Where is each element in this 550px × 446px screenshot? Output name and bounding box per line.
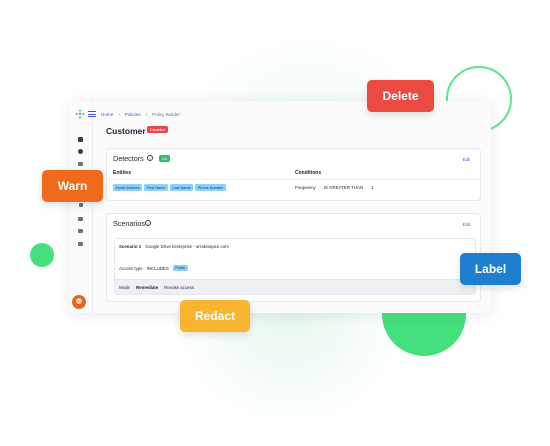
entity-chip: First Name	[144, 184, 168, 191]
divider	[107, 179, 480, 180]
breadcrumb: Home › Policies › Policy Builder	[101, 112, 180, 117]
detectors-status-badge: On	[159, 155, 171, 162]
avatar[interactable]	[72, 295, 86, 309]
conditions-header: Conditions	[295, 170, 322, 176]
print-icon[interactable]	[77, 227, 84, 234]
mode-row: Mode Remediate Revoke access	[115, 279, 475, 294]
mode-action: Revoke access	[164, 284, 194, 290]
chevron-right-icon: ›	[145, 112, 148, 117]
scenario-item: Scenario 1 Google Drive Enterprise - arr…	[114, 238, 476, 295]
app-window: Home › Policies › Policy Builder Custome…	[70, 101, 491, 313]
condition-row: Frequency IS GREATER THAN 1	[295, 185, 374, 190]
scenario-label: Scenario 1	[119, 244, 142, 249]
edit-icon[interactable]	[77, 201, 84, 208]
entity-chip: Phone Number	[195, 184, 226, 191]
entity-chips: Email Address First Name Last Name Phone…	[113, 184, 226, 191]
condition-value: 1	[371, 185, 374, 190]
grid-icon[interactable]	[77, 136, 84, 143]
access-type-operator: INCLUDES	[146, 265, 169, 271]
entity-chip: Last Name	[169, 184, 194, 191]
breadcrumb-current: Policy Builder	[152, 112, 181, 117]
detectors-card: Detectors i On Edit Entities Conditions …	[106, 148, 481, 201]
logo-icon	[75, 109, 85, 119]
detectors-title: Detectors	[113, 154, 144, 163]
condition-operator: IS GREATER THAN	[323, 185, 364, 190]
warn-button[interactable]: Warn	[42, 170, 103, 202]
mode-value: Remediate	[135, 284, 159, 290]
scenarios-title: Scenarios	[113, 219, 145, 228]
label-button[interactable]: Label	[460, 253, 521, 285]
access-type-row: Access type INCLUDES Public	[119, 265, 188, 271]
chart-icon[interactable]	[77, 240, 84, 247]
info-icon[interactable]: i	[147, 155, 153, 161]
access-type-label: Access type	[119, 265, 143, 271]
scenarios-card: Scenarios i Edit Scenario 1 Google Drive…	[106, 213, 481, 302]
redact-button[interactable]: Redact	[180, 300, 250, 332]
status-badge: Disabled	[147, 126, 168, 133]
condition-field: Frequency	[295, 185, 316, 190]
entities-header: Entities	[113, 170, 132, 176]
decorative-dot	[30, 243, 54, 267]
info-icon[interactable]: i	[145, 220, 151, 226]
sidebar	[70, 101, 93, 313]
mode-label: Mode	[119, 284, 130, 290]
detectors-edit-button[interactable]: Edit	[463, 157, 470, 162]
chevron-right-icon: ›	[118, 112, 120, 117]
scenario-name: Google Drive Enterprise - arrakisspice.c…	[145, 244, 229, 249]
delete-button[interactable]: Delete	[367, 80, 434, 112]
entity-chip: Email Address	[113, 184, 143, 191]
scenarios-edit-button[interactable]: Edit	[463, 222, 470, 227]
layers-icon[interactable]	[77, 160, 84, 167]
globe-icon[interactable]	[77, 148, 84, 155]
breadcrumb-policies[interactable]: Policies	[125, 112, 141, 117]
access-type-chip: Public	[172, 265, 188, 271]
scenario-title: Scenario 1 Google Drive Enterprise - arr…	[119, 244, 229, 249]
breadcrumb-home[interactable]: Home	[101, 112, 113, 117]
menu-icon[interactable]	[88, 111, 96, 117]
user-icon[interactable]	[77, 215, 84, 222]
page-title: Customer	[106, 126, 146, 136]
